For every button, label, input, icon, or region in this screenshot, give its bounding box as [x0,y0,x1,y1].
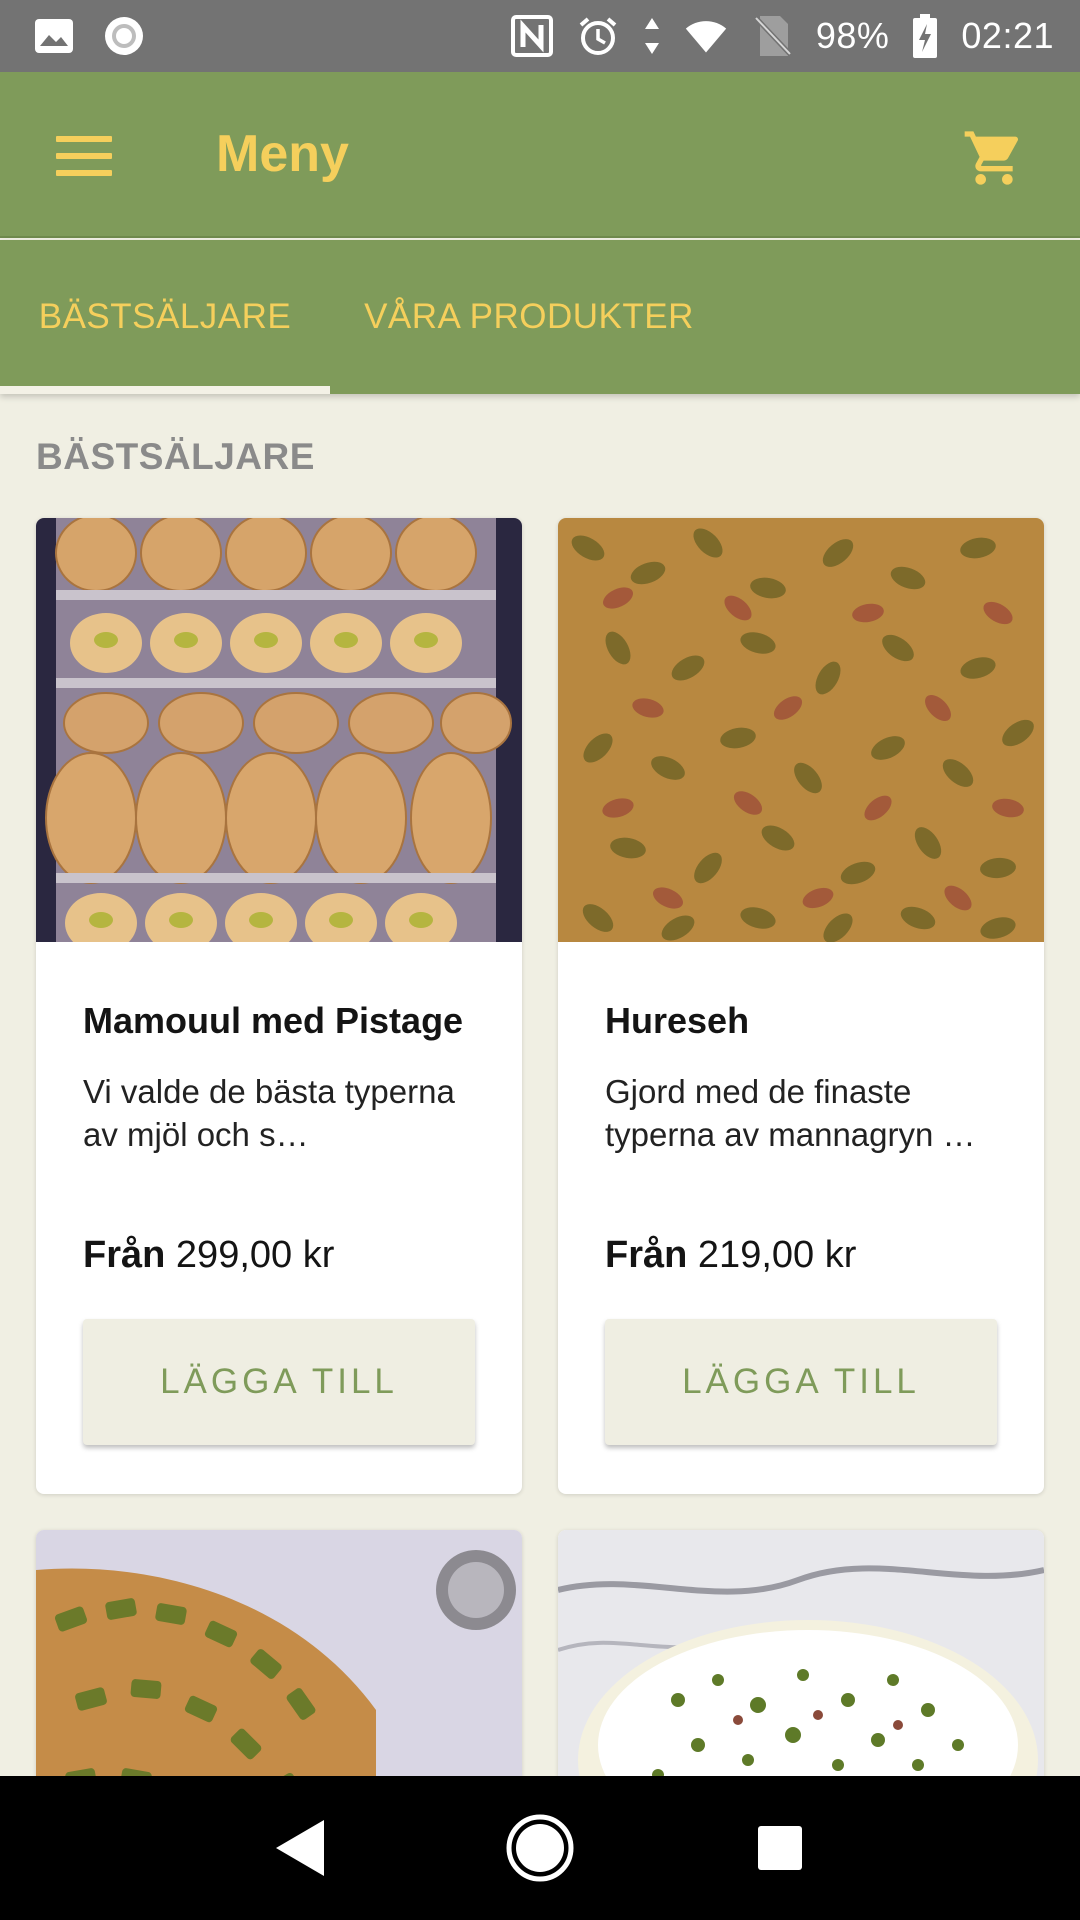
price-value: 219,00 kr [697,1234,857,1276]
system-nav-bar [0,1776,1080,1920]
status-bar: 98% 02:21 [0,0,1080,72]
section-title: BÄSTSÄLJARE [36,436,315,477]
price-prefix: Från [83,1234,166,1276]
status-left [32,14,146,58]
data-arrows-icon [642,14,662,58]
product-card-body: Hureseh Gjord med de finaste typerna av … [605,998,997,1156]
hamburger-menu-icon[interactable] [54,128,114,184]
tab-our-products[interactable]: VÅRA PRODUKTER [330,240,728,394]
product-name: Hureseh [605,1000,750,1041]
product-image [36,518,522,942]
back-triangle-icon[interactable] [252,1800,348,1896]
add-to-cart-button[interactable]: LÄGGA TILL [83,1319,475,1445]
nfc-icon [510,14,554,58]
product-card[interactable]: Hureseh Gjord med de finaste typerna av … [558,518,1044,1494]
shopping-cart-icon[interactable] [962,126,1026,190]
product-image [558,518,1044,942]
wifi-icon [684,14,728,58]
add-to-cart-button[interactable]: LÄGGA TILL [605,1319,997,1445]
tab-bar: BÄSTSÄLJARE VÅRA PRODUKTER [0,240,1080,394]
product-card-body: Mamouul med Pistage Vi valde de bästa ty… [83,998,475,1156]
status-right: 98% 02:21 [510,14,1054,58]
price-value: 299,00 kr [175,1234,335,1276]
app-bar: Meny [0,72,1080,238]
home-circle-icon[interactable] [492,1800,588,1896]
product-description: Vi valde de bästa typerna av mjöl och s… [83,1073,455,1153]
product-price: Från 299,00 kr [83,1234,334,1277]
battery-percent: 98% [815,15,890,56]
product-name: Mamouul med Pistage [83,1000,464,1041]
recents-square-icon[interactable] [732,1800,828,1896]
price-prefix: Från [605,1234,688,1276]
clock: 02:21 [961,15,1054,56]
no-sim-icon [750,14,794,58]
battery-charging-icon [911,14,939,58]
record-icon [102,14,146,58]
product-price: Från 219,00 kr [605,1234,856,1277]
page-title: Meny [216,125,349,183]
image-icon [32,14,76,58]
tab-bestsellers[interactable]: BÄSTSÄLJARE [0,240,330,394]
product-card[interactable]: Mamouul med Pistage Vi valde de bästa ty… [36,518,522,1494]
tab-indicator [0,386,330,394]
alarm-icon [576,14,620,58]
product-description: Gjord med de finaste typerna av mannagry… [605,1073,976,1153]
